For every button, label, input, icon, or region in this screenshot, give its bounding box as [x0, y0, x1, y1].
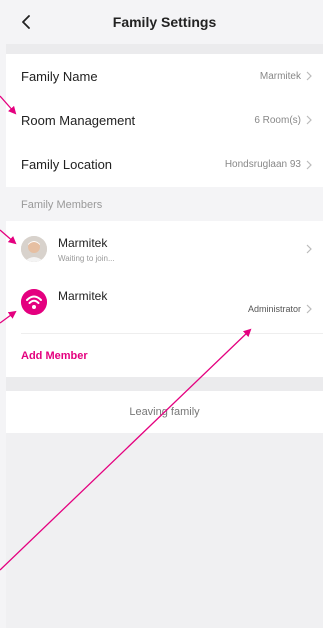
- family-location-label: Family Location: [21, 157, 113, 172]
- empty-area: [6, 433, 323, 628]
- family-members-heading: Family Members: [21, 199, 103, 211]
- family-name-row[interactable]: Family Name Marmitek: [6, 54, 323, 98]
- family-name-label: Family Name: [21, 68, 98, 84]
- member-status: Waiting to join...: [58, 253, 115, 263]
- room-count-value: 6 Room(s): [254, 114, 301, 126]
- add-member-button[interactable]: Add Member: [21, 350, 88, 362]
- person-photo-avatar: [21, 236, 47, 262]
- add-member-row[interactable]: Add Member: [6, 334, 323, 377]
- page-title: Family Settings: [112, 14, 217, 30]
- member-name: Marmitek: [58, 289, 108, 303]
- section-spacer: [6, 377, 323, 391]
- member-row[interactable]: Marmitek Waiting to join...: [6, 221, 323, 277]
- chevron-right-icon: [306, 71, 312, 81]
- chevron-right-icon: [306, 115, 312, 125]
- chevron-right-icon: [306, 304, 312, 314]
- navigation-bar: Family Settings: [6, 0, 323, 44]
- leave-family-button[interactable]: Leaving family: [6, 391, 323, 433]
- chevron-right-icon: [306, 160, 312, 169]
- marmitek-wifi-logo: [21, 289, 47, 315]
- family-info-card: Family Name Marmitek Room Management 6 R…: [6, 54, 323, 187]
- room-management-row[interactable]: Room Management 6 Room(s): [6, 98, 323, 142]
- room-management-label: Room Management: [21, 112, 136, 128]
- member-name: Marmitek: [58, 235, 108, 250]
- back-button[interactable]: [18, 12, 34, 32]
- family-members-card: Marmitek Waiting to join... Marmitek Adm…: [6, 221, 323, 377]
- avatar: [21, 289, 47, 315]
- member-role: Administrator: [247, 304, 301, 314]
- chevron-left-icon: [22, 15, 30, 29]
- chevron-right-icon: [306, 244, 312, 254]
- family-location-row[interactable]: Family Location Hondsruglaan 93: [6, 142, 323, 187]
- member-row[interactable]: Marmitek Administrator: [6, 277, 323, 333]
- family-name-value: Marmitek: [259, 70, 301, 82]
- leave-family-label: Leaving family: [129, 406, 200, 418]
- family-settings-screen: Family Settings Family Name Marmitek Roo…: [0, 0, 323, 628]
- top-spacer: [6, 44, 323, 54]
- family-location-value: Hondsruglaan 93: [224, 159, 301, 170]
- avatar: [21, 236, 47, 262]
